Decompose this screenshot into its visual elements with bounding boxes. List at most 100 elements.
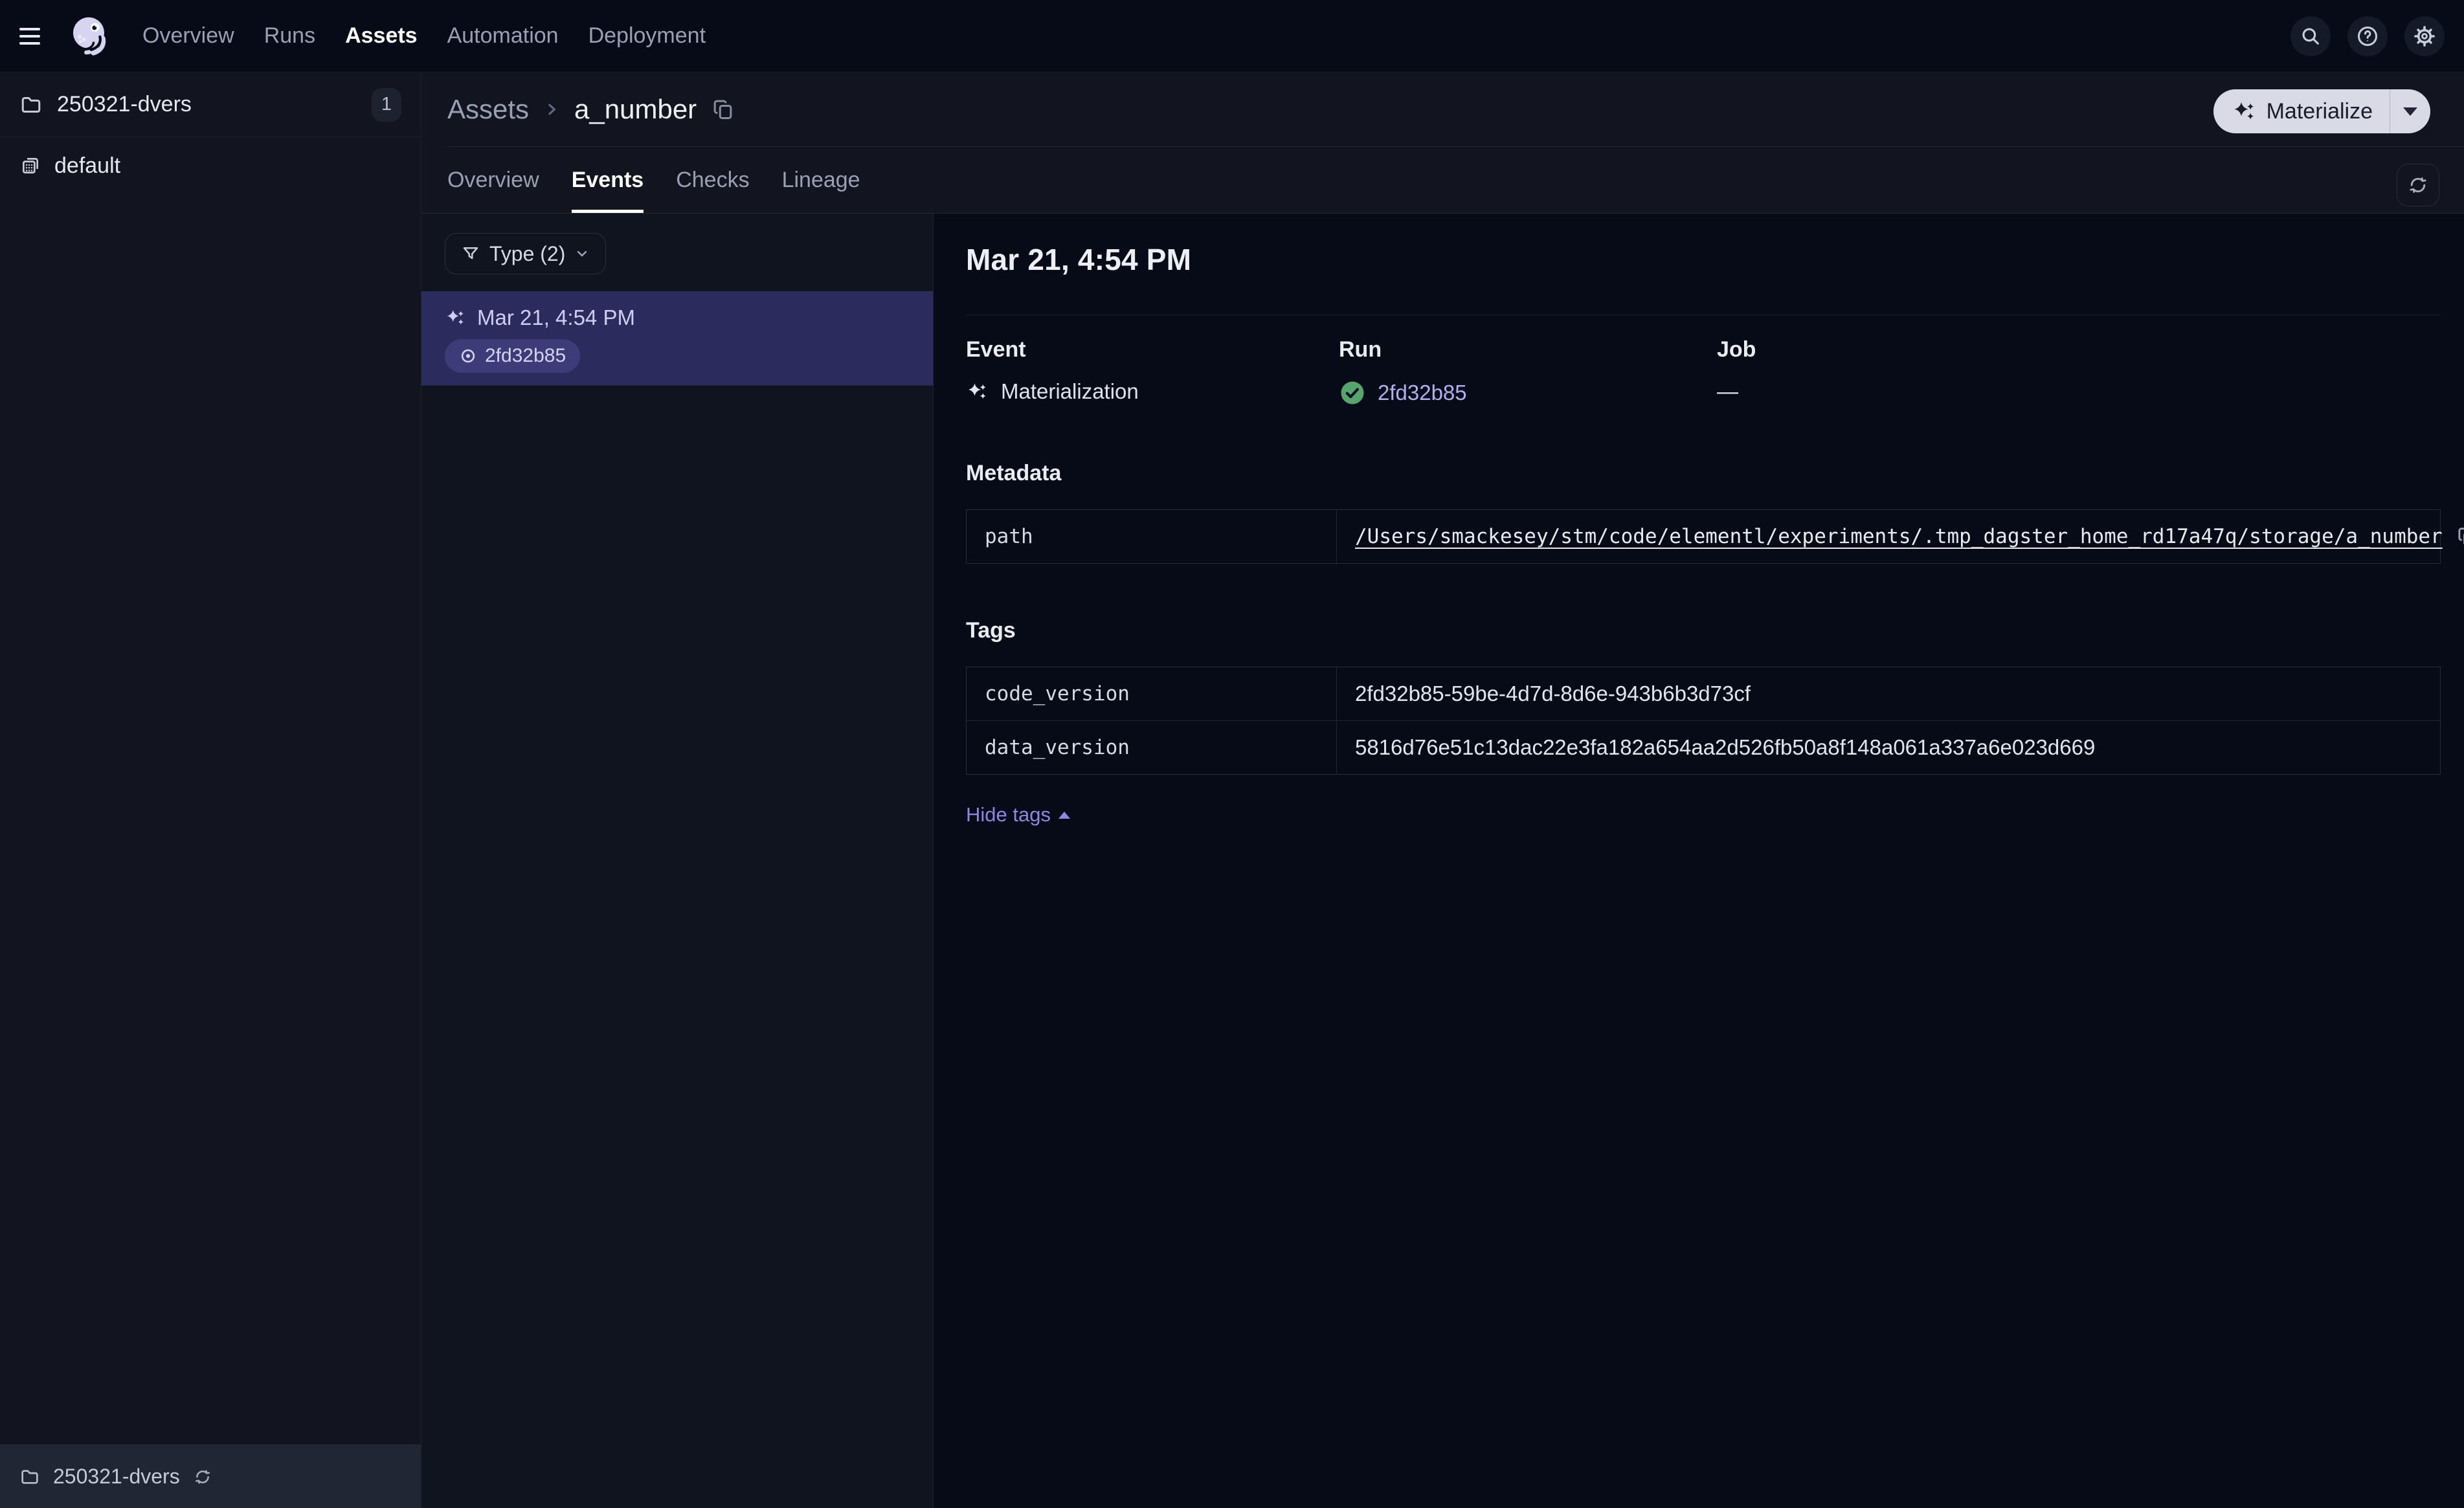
breadcrumb-assets-link[interactable]: Assets — [447, 94, 529, 125]
nav-item-runs[interactable]: Runs — [264, 23, 315, 49]
folder-icon — [21, 96, 41, 113]
materialization-sparkle-icon — [968, 383, 986, 399]
metadata-key: path — [967, 510, 1337, 563]
asset-sidebar: 250321-dvers 1 default 250321-dvers — [0, 72, 421, 1508]
search-button[interactable] — [2290, 16, 2331, 56]
type-filter-button[interactable]: Type (2) — [445, 233, 607, 274]
nav-item-deployment[interactable]: Deployment — [588, 23, 706, 49]
filter-funnel-icon — [463, 247, 478, 260]
run-id-pill[interactable]: 2fd32b85 — [445, 339, 581, 373]
tab-overview[interactable]: Overview — [447, 147, 539, 213]
tab-checks[interactable]: Checks — [676, 147, 749, 213]
tag-value-cell: 2fd32b85-59be-4d7d-8d6e-943b6b3d73cf — [1337, 667, 2440, 720]
refresh-icon — [2410, 177, 2426, 193]
hide-tags-button[interactable]: Hide tags — [966, 803, 1070, 826]
copy-path-button[interactable] — [2456, 525, 2464, 548]
event-detail-pane: Mar 21, 4:54 PM Event Materialization Ru… — [934, 214, 2464, 1508]
breadcrumb: Assets a_number — [421, 72, 2464, 146]
tags-table: code_version 2fd32b85-59be-4d7d-8d6e-943… — [966, 667, 2441, 775]
run-id-link[interactable]: 2fd32b85 — [1378, 381, 1467, 405]
primary-nav: Overview Runs Assets Automation Deployme… — [142, 23, 706, 49]
job-column: Job — — [1717, 337, 2441, 406]
caret-down-icon — [2403, 107, 2417, 116]
asset-name: a_number — [574, 94, 697, 124]
folder-icon — [21, 1469, 38, 1484]
job-column-value: — — [1717, 379, 2441, 404]
nav-item-assets[interactable]: Assets — [345, 23, 418, 49]
event-list-item-selected[interactable]: Mar 21, 4:54 PM 2fd32b85 — [421, 291, 933, 386]
asset-count-badge: 1 — [372, 87, 401, 122]
events-list-panel: Type (2) Mar 21, 4:54 PM 2fd32b85 — [421, 214, 934, 1508]
event-item-header: Mar 21, 4:54 PM — [445, 305, 910, 330]
event-detail-title: Mar 21, 4:54 PM — [966, 243, 1192, 276]
materialize-label: Materialize — [2266, 98, 2373, 124]
refresh-button[interactable] — [2397, 164, 2439, 206]
tag-value-cell: 5816d76e51c13dac22e3fa182a654aa2d526fb50… — [1337, 721, 2440, 774]
tab-events[interactable]: Events — [571, 147, 644, 213]
tags-heading: Tags — [966, 618, 1016, 643]
asset-page-header: Assets a_number Overview Events Checks L… — [421, 72, 2464, 214]
event-info-grid: Event Materialization Run 2fd32b85 Job — — [966, 337, 2441, 406]
dagster-app: Overview Runs Assets Automation Deployme… — [0, 0, 2464, 1508]
tab-lineage[interactable]: Lineage — [782, 147, 860, 213]
run-id-label: 2fd32b85 — [485, 345, 566, 366]
search-icon — [2302, 28, 2319, 45]
event-column-value: Materialization — [966, 379, 1339, 404]
materialize-split-button: Materialize — [2213, 89, 2430, 133]
tag-value: 5816d76e51c13dac22e3fa182a654aa2d526fb50… — [1355, 735, 2096, 759]
materialization-sparkle-icon — [447, 309, 464, 325]
metadata-heading: Metadata — [966, 461, 1062, 485]
code-location-label: 250321-dvers — [53, 1465, 180, 1488]
copy-asset-name-button[interactable] — [711, 97, 735, 122]
top-nav-actions — [2290, 16, 2445, 56]
events-filter-row: Type (2) — [421, 214, 933, 291]
run-success-check-icon — [1341, 381, 1364, 405]
sparkle-icon — [2234, 102, 2254, 120]
copy-icon — [2458, 527, 2464, 545]
table-row: code_version 2fd32b85-59be-4d7d-8d6e-943… — [967, 667, 2440, 720]
hide-tags-label: Hide tags — [966, 803, 1051, 826]
run-target-icon — [461, 349, 475, 363]
run-column-value: 2fd32b85 — [1339, 379, 1717, 406]
table-row: path /Users/smackesey/stm/code/elementl/… — [967, 510, 2464, 563]
hamburger-menu-button[interactable] — [19, 23, 49, 49]
help-button[interactable] — [2347, 16, 2388, 56]
event-timestamp: Mar 21, 4:54 PM — [477, 305, 635, 329]
event-type-text: Materialization — [1001, 379, 1139, 403]
copy-icon — [713, 100, 732, 119]
tag-key: data_version — [967, 721, 1337, 774]
nav-item-overview[interactable]: Overview — [142, 23, 234, 49]
sidebar-repo-label: default — [54, 153, 121, 178]
code-location-footer[interactable]: 250321-dvers — [0, 1445, 421, 1508]
top-nav: Overview Runs Assets Automation Deployme… — [0, 0, 2464, 72]
gear-icon — [2414, 25, 2435, 47]
metadata-value-cell: /Users/smackesey/stm/code/elementl/exper… — [1337, 510, 2464, 563]
dagster-octopus-logo-icon — [73, 17, 106, 56]
table-row: data_version 5816d76e51c13dac22e3fa182a6… — [967, 720, 2440, 774]
asset-group-icon — [23, 158, 38, 173]
help-icon — [2358, 26, 2377, 46]
sidebar-item-repo-default[interactable]: default — [0, 137, 421, 194]
nav-item-automation[interactable]: Automation — [447, 23, 559, 49]
tag-key: code_version — [967, 667, 1337, 720]
job-column-label: Job — [1717, 337, 1756, 362]
run-column: Run 2fd32b85 — [1339, 337, 1717, 406]
chevron-down-icon — [577, 250, 587, 257]
event-column: Event Materialization — [966, 337, 1339, 406]
event-column-label: Event — [966, 337, 1026, 362]
path-link[interactable]: /Users/smackesey/stm/code/elementl/exper… — [1355, 525, 2443, 548]
asset-tabs: Overview Events Checks Lineage — [421, 147, 2464, 213]
job-value-text: — — [1717, 379, 1738, 403]
tag-value: 2fd32b85-59be-4d7d-8d6e-943b6b3d73cf — [1355, 682, 1751, 705]
caret-up-icon — [1058, 811, 1070, 819]
settings-button[interactable] — [2404, 16, 2445, 56]
type-filter-label: Type (2) — [489, 241, 566, 265]
run-column-label: Run — [1339, 337, 1382, 362]
materialize-button[interactable]: Materialize — [2213, 89, 2390, 133]
metadata-table: path /Users/smackesey/stm/code/elementl/… — [966, 509, 2464, 564]
sidebar-group-label: 250321-dvers — [57, 92, 192, 116]
chevron-right-icon — [542, 100, 561, 119]
reload-icon — [195, 1470, 210, 1483]
event-item-run: 2fd32b85 — [445, 339, 910, 373]
sidebar-item-group[interactable]: 250321-dvers 1 — [0, 72, 421, 137]
